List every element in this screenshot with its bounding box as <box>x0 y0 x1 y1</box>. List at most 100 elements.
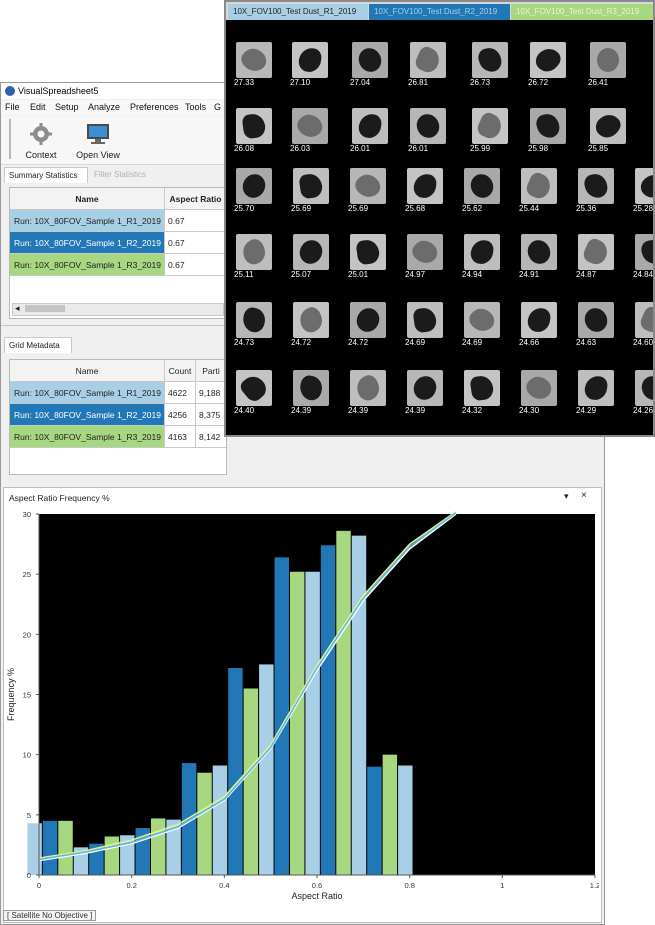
particle-shape <box>412 306 438 334</box>
particle-thumbnail[interactable]: 25.69 <box>348 168 388 214</box>
particle-thumbnail[interactable]: 25.85 <box>588 108 628 154</box>
particle-thumbnail[interactable]: 25.62 <box>462 168 502 214</box>
menu-edit[interactable]: Edit <box>30 102 46 112</box>
particle-shape <box>636 169 653 203</box>
particle-thumbnail[interactable]: 24.39 <box>405 370 445 416</box>
pin-dropdown-icon[interactable]: ▾ <box>564 491 569 502</box>
particle-value: 24.69 <box>405 338 426 347</box>
particle-thumbnail[interactable]: 27.33 <box>234 42 274 88</box>
table-row[interactable]: Run: 10X_80FOV_Sample 1_R2_2019 0.67 <box>10 232 226 254</box>
header-count[interactable]: Count <box>165 360 196 382</box>
particle-image <box>236 302 272 338</box>
metadata-tab-strip: Grid Metadata <box>4 337 224 353</box>
menu-setup[interactable]: Setup <box>55 102 79 112</box>
row-count: 4256 <box>165 404 196 426</box>
table-row[interactable]: Run: 10X_80FOV_Sample 1_R3_2019 4163 8,1… <box>10 426 226 448</box>
particle-image <box>407 302 443 338</box>
particle-thumbnail[interactable]: 25.36 <box>576 168 616 214</box>
particle-thumbnail[interactable]: 26.01 <box>350 108 390 154</box>
particle-thumbnail[interactable]: 27.10 <box>290 42 330 88</box>
summary-grid: Name Aspect Ratio Run: 10X_80FOV_Sample … <box>9 187 227 319</box>
tab-test-dust-r2[interactable]: 10X_FOV100_Test Dust_R2_2019 <box>369 4 510 20</box>
particle-thumbnail[interactable]: 26.08 <box>234 108 274 154</box>
menu-analyze[interactable]: Analyze <box>88 102 120 112</box>
particle-thumbnail[interactable]: 25.07 <box>291 234 331 280</box>
particle-thumbnail[interactable]: 27.04 <box>350 42 390 88</box>
particle-thumbnail[interactable]: 24.87 <box>576 234 616 280</box>
particle-image <box>635 168 653 204</box>
tab-test-dust-r1[interactable]: 10X_FOV100_Test Dust_R1_2019 <box>228 4 368 20</box>
particle-thumbnail[interactable]: 26.73 <box>470 42 510 88</box>
particle-thumbnail[interactable]: 25.70 <box>234 168 274 214</box>
particle-thumbnail[interactable]: 25.99 <box>470 108 510 154</box>
header-particles[interactable]: Parti <box>196 360 226 382</box>
horizontal-scrollbar[interactable]: ◂ <box>12 303 224 316</box>
particle-thumbnail[interactable]: 24.72 <box>348 302 388 348</box>
particle-thumbnail[interactable]: 24.91 <box>519 234 559 280</box>
particle-thumbnail[interactable]: 25.68 <box>405 168 445 214</box>
particle-value: 27.33 <box>234 78 255 87</box>
particle-thumbnail[interactable]: 24.26 <box>633 370 653 416</box>
y-tick-label: 30 <box>23 510 31 519</box>
context-button[interactable]: Context <box>19 120 63 160</box>
window-title: VisualSpreadsheet5 <box>18 86 99 96</box>
table-row[interactable]: Run: 10X_80FOV_Sample 1_R1_2019 0.67 <box>10 210 226 232</box>
particle-thumbnail[interactable]: 24.69 <box>405 302 445 348</box>
particle-thumbnail[interactable]: 24.72 <box>291 302 331 348</box>
close-icon[interactable]: × <box>581 490 587 501</box>
particle-thumbnail[interactable]: 24.40 <box>234 370 274 416</box>
table-row[interactable]: Run: 10X_80FOV_Sample 1_R2_2019 4256 8,3… <box>10 404 226 426</box>
metadata-grid: Name Count Parti Run: 10X_80FOV_Sample 1… <box>9 359 227 475</box>
particle-thumbnail[interactable]: 24.30 <box>519 370 559 416</box>
header-aspect-ratio[interactable]: Aspect Ratio <box>165 188 226 210</box>
particle-image <box>521 234 557 270</box>
scrollbar-thumb[interactable] <box>25 305 65 312</box>
particle-thumbnail[interactable]: 24.66 <box>519 302 559 348</box>
table-row[interactable]: Run: 10X_80FOV_Sample 1_R1_2019 4622 9,1… <box>10 382 226 404</box>
particle-shape <box>526 306 552 334</box>
particle-thumbnail[interactable]: 24.84 <box>633 234 653 280</box>
tab-grid-metadata[interactable]: Grid Metadata <box>4 337 72 353</box>
app-icon <box>5 86 15 96</box>
particle-value: 24.39 <box>405 406 426 415</box>
particle-value: 26.73 <box>470 78 491 87</box>
tab-filter-statistics[interactable]: Filter Statistics <box>90 167 160 183</box>
particle-thumbnail[interactable]: 26.41 <box>588 42 628 88</box>
menu-file[interactable]: File <box>5 102 20 112</box>
particle-thumbnail[interactable]: 25.44 <box>519 168 559 214</box>
particle-value: 24.94 <box>462 270 483 279</box>
particle-thumbnail[interactable]: 26.01 <box>408 108 448 154</box>
tab-summary-statistics[interactable]: Summary Statistics <box>4 167 88 183</box>
particle-value: 26.08 <box>234 144 255 153</box>
particle-thumbnail[interactable]: 24.73 <box>234 302 274 348</box>
y-tick-label: 20 <box>23 630 31 639</box>
particle-thumbnail[interactable]: 24.97 <box>405 234 445 280</box>
particle-thumbnail[interactable]: 26.81 <box>408 42 448 88</box>
particle-thumbnail[interactable]: 24.69 <box>462 302 502 348</box>
particle-thumbnail[interactable]: 25.01 <box>348 234 388 280</box>
particle-thumbnail[interactable]: 25.11 <box>234 234 274 280</box>
tab-test-dust-r3[interactable]: 10X_FOV100_Test Dust_R3_2019 <box>511 4 653 20</box>
table-row[interactable]: Run: 10X_80FOV_Sample 1_R3_2019 0.67 <box>10 254 226 276</box>
particle-shape <box>476 45 504 75</box>
particle-thumbnail[interactable]: 24.29 <box>576 370 616 416</box>
particle-thumbnail[interactable]: 26.03 <box>290 108 330 154</box>
particle-thumbnail[interactable]: 24.63 <box>576 302 616 348</box>
particle-shape <box>581 236 611 268</box>
open-view-button[interactable]: Open View <box>73 120 123 160</box>
menu-preferences[interactable]: Preferences <box>130 102 179 112</box>
particle-thumbnail[interactable]: 24.32 <box>462 370 502 416</box>
scroll-left-icon[interactable]: ◂ <box>15 303 20 314</box>
header-name[interactable]: Name <box>10 188 165 210</box>
menu-tools[interactable]: Tools <box>185 102 206 112</box>
particle-thumbnail[interactable]: 25.28 <box>633 168 653 214</box>
particle-thumbnail[interactable]: 25.69 <box>291 168 331 214</box>
particle-thumbnail[interactable]: 26.72 <box>528 42 568 88</box>
particle-thumbnail[interactable]: 24.39 <box>348 370 388 416</box>
particle-thumbnail[interactable]: 24.60 <box>633 302 653 348</box>
particle-thumbnail[interactable]: 24.39 <box>291 370 331 416</box>
particle-thumbnail[interactable]: 24.94 <box>462 234 502 280</box>
particle-thumbnail[interactable]: 25.98 <box>528 108 568 154</box>
menu-more[interactable]: G <box>214 102 221 112</box>
header-name[interactable]: Name <box>10 360 165 382</box>
